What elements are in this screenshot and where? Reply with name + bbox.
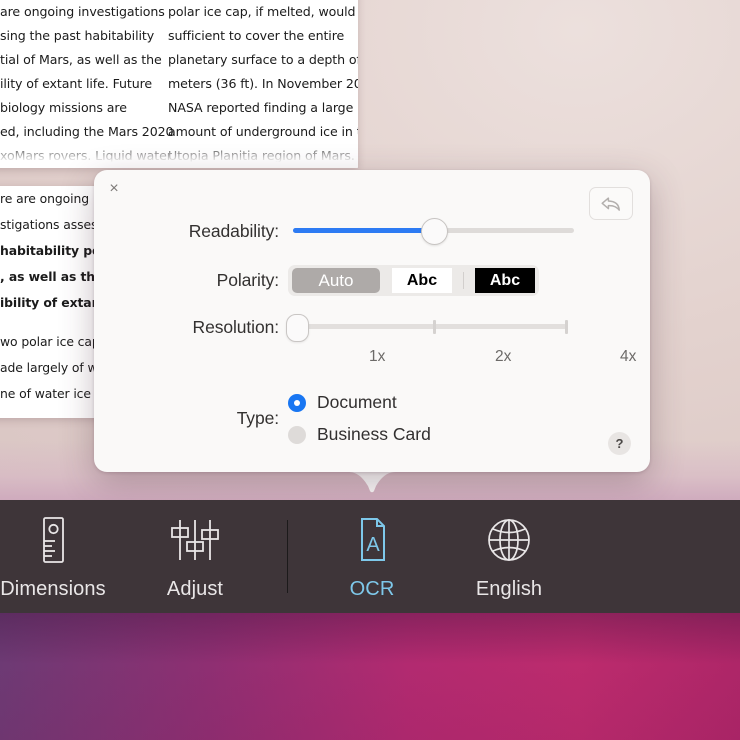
resolution-tick-label: 4x [620, 348, 637, 365]
resolution-slider[interactable] [286, 313, 575, 342]
type-row: Type: Document Business Card [94, 392, 650, 445]
document-line: stigations assessi [0, 217, 104, 232]
toolbar-items: Dimensions Adjust A OCR English [0, 500, 740, 613]
radio-unselected-icon [288, 425, 306, 444]
toolbar-item-dimensions[interactable]: Dimensions [0, 514, 128, 601]
document-line: meters (36 ft). In November 2016, [168, 76, 358, 91]
document-line: amount of underground ice in the [168, 124, 358, 139]
resolution-tick-4x [565, 320, 568, 334]
resolution-tick-labels: 1x 2x 4x [279, 348, 636, 368]
radio-option-document[interactable]: Document [288, 392, 431, 413]
readability-slider[interactable] [293, 218, 574, 245]
sliders-icon [168, 514, 222, 566]
type-label: Type: [236, 408, 279, 428]
toolbar-label: Adjust [166, 578, 224, 600]
help-icon[interactable]: ? [608, 432, 631, 455]
document-line: ibility of extant l [0, 295, 104, 310]
polarity-segmented-control: Auto Abc Abc [288, 265, 539, 296]
document-text-icon: A [355, 514, 389, 566]
undo-arrow-icon[interactable] [589, 187, 633, 220]
document-line: , as well as the [0, 269, 104, 284]
radio-option-business-card[interactable]: Business Card [288, 424, 431, 445]
toolbar-item-english[interactable]: English [434, 514, 584, 601]
document-line: ade largely of water [0, 360, 104, 375]
document-line: are ongoing investigations [0, 4, 165, 19]
type-radio-group: Document Business Card [288, 392, 431, 445]
document-line: ne of water ice in th [0, 386, 104, 401]
resolution-slider-track [294, 324, 567, 329]
document-line: biology missions are [0, 100, 127, 115]
polarity-option-light[interactable]: Abc [392, 268, 452, 293]
svg-text:A: A [366, 534, 380, 556]
document-line: tial of Mars, as well as the [0, 52, 162, 67]
readability-slider-fill [293, 228, 434, 233]
toolbar-label: OCR [349, 578, 395, 600]
document-line: ed, including the Mars 2020 [0, 124, 174, 139]
toolbar-item-adjust[interactable]: Adjust [120, 514, 270, 601]
toolbar-label: English [475, 578, 543, 600]
polarity-option-auto[interactable]: Auto [292, 268, 380, 293]
resolution-slider-knob[interactable] [286, 314, 309, 342]
resolution-tick-label: 1x [369, 348, 386, 365]
polarity-option-dark[interactable]: Abc [475, 268, 535, 293]
document-line: NASA reported finding a large [168, 100, 354, 115]
desktop-lower-gradient [0, 613, 740, 740]
popover-tail [348, 470, 396, 500]
toolbar-label: Dimensions [0, 578, 106, 600]
toolbar-item-ocr[interactable]: A OCR [297, 514, 447, 601]
radio-label: Document [317, 392, 397, 412]
screen: are ongoing investigations sing the past… [0, 0, 740, 740]
document-column: re are ongoing stigations assessi habita… [0, 186, 104, 407]
resolution-tick-2x [433, 320, 436, 334]
polarity-row: Polarity: Auto Abc Abc [94, 265, 650, 296]
radio-selected-icon [288, 393, 306, 412]
document-line: ility of extant life. Future [0, 76, 153, 91]
document-line: sing the past habitability [0, 28, 155, 43]
polarity-label: Polarity: [216, 270, 279, 290]
document-line: wo polar ice caps a [0, 334, 104, 349]
bottom-toolbar: Dimensions Adjust A OCR English [0, 500, 740, 614]
page-fade-overlay [0, 142, 358, 168]
document-line: sufficient to cover the entire [168, 28, 345, 43]
document-line: planetary surface to a depth of 11 [168, 52, 358, 67]
ocr-options-popover: × Readability: Polarity: Auto Abc Abc Re… [94, 170, 650, 472]
ruler-icon [36, 514, 70, 566]
toolbar-divider [287, 520, 288, 593]
resolution-row: Resolution: [94, 313, 650, 342]
document-line: habitability pote [0, 243, 104, 258]
globe-icon [485, 514, 533, 566]
scanned-page-preview-top[interactable]: are ongoing investigations sing the past… [0, 0, 358, 168]
readability-label: Readability: [188, 220, 279, 241]
close-icon[interactable]: × [103, 178, 125, 200]
scanned-page-preview-bottom[interactable]: re are ongoing stigations assessi habita… [0, 186, 104, 418]
readability-row: Readability: [94, 218, 650, 245]
radio-label: Business Card [317, 424, 431, 444]
resolution-label: Resolution: [192, 316, 280, 337]
resolution-tick-label: 2x [495, 348, 512, 365]
readability-slider-knob[interactable] [421, 218, 448, 245]
segment-divider [463, 272, 464, 289]
document-line: re are ongoing [0, 191, 90, 206]
document-line: polar ice cap, if melted, would be [168, 4, 358, 19]
